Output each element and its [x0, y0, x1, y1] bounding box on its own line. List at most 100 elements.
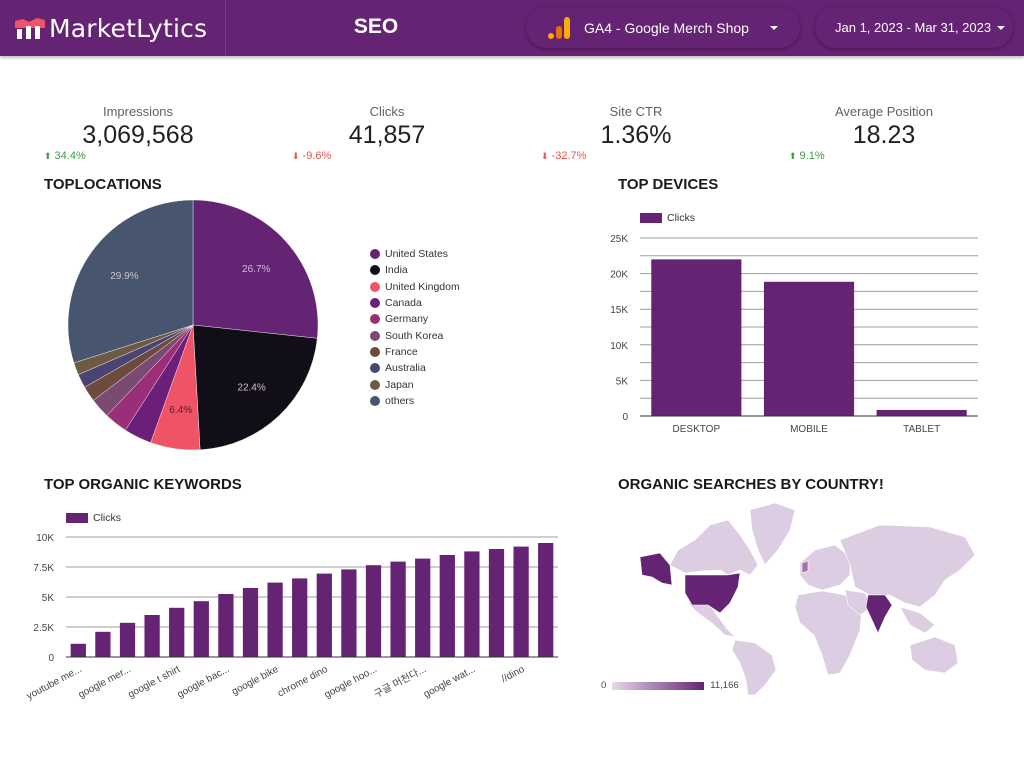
legend-dot [370, 363, 380, 374]
pie-slice-label: 29.9% [110, 271, 138, 282]
legend-item[interactable]: Canada [370, 295, 460, 311]
section-title-map: ORGANIC SEARCHES BY COUNTRY! [618, 476, 884, 493]
brand[interactable]: MarketLytics [0, 0, 226, 56]
bar[interactable] [267, 582, 283, 657]
kpi-site-ctr: Site CTR 1.36% ⬇ -32.7% [536, 104, 736, 162]
arrow-down-icon: ⬇ [292, 151, 300, 161]
kpi-average-position: Average Position 18.23 ⬆ 9.1% [784, 104, 984, 162]
kpi-label: Clicks [369, 104, 405, 119]
x-tick-label: youtube me... [25, 664, 84, 702]
legend-item[interactable]: India [370, 262, 460, 278]
caret-down-icon [770, 25, 778, 30]
legend-dot [370, 395, 380, 406]
legend-item[interactable]: South Korea [370, 327, 460, 343]
bar[interactable] [316, 573, 332, 657]
map-country-se-asia [899, 606, 936, 634]
bar[interactable] [538, 543, 554, 657]
data-source-selector[interactable]: GA4 - Google Merch Shop [526, 7, 800, 48]
legend-swatch [640, 213, 662, 223]
section-title-top-keywords: TOP ORGANIC KEYWORDS [44, 476, 242, 493]
legend-label: Canada [385, 297, 422, 310]
top-bar: MarketLytics SEO GA4 - Google Merch Shop… [0, 0, 1024, 56]
legend-item[interactable]: Germany [370, 311, 460, 327]
date-range-selector[interactable]: Jan 1, 2023 - Mar 31, 2023 [815, 7, 1013, 48]
top-keywords-bar-chart: 0 2.5K 5K 7.5K 10K youtube me...google mer...… [25, 533, 558, 702]
keywords-legend: Clicks [66, 512, 121, 524]
bar[interactable] [390, 561, 406, 657]
legend-item[interactable]: Japan [370, 376, 460, 392]
x-tick-label: google wat... [422, 664, 477, 700]
bar[interactable] [341, 569, 357, 657]
kpi-clicks: Clicks 41,857 ⬇ -9.6% [287, 104, 487, 162]
legend-item[interactable]: Australia [370, 360, 460, 376]
legend-dot [370, 249, 380, 260]
legend-dot [370, 314, 380, 325]
bar[interactable] [513, 546, 529, 657]
map-country-mexico [687, 602, 736, 638]
x-tick-label: TABLET [903, 424, 940, 435]
legend-dot [370, 379, 380, 390]
legend-label: United Kingdom [385, 280, 460, 293]
legend-label: India [385, 264, 408, 277]
section-title-top-devices: TOP DEVICES [618, 176, 719, 193]
legend-item[interactable]: others [370, 393, 460, 409]
google-analytics-icon [548, 16, 570, 39]
bar[interactable] [488, 549, 505, 657]
bar[interactable] [439, 555, 455, 657]
bar[interactable] [651, 259, 742, 416]
date-range-label: Jan 1, 2023 - Mar 31, 2023 [835, 20, 992, 35]
kpi-label: Impressions [102, 104, 174, 119]
map-country-india [865, 594, 893, 634]
bar[interactable] [119, 622, 136, 657]
kpi-delta-value: -32.7% [551, 150, 587, 162]
x-tick-label: google bike [230, 664, 281, 698]
kpi-delta: ⬇ -9.6% [292, 150, 331, 162]
data-source-label: GA4 - Google Merch Shop [584, 19, 749, 36]
legend-item[interactable]: United Kingdom [370, 279, 460, 295]
y-tick-label: 20K [610, 270, 628, 281]
legend-label: United States [385, 248, 449, 261]
bar[interactable] [218, 594, 234, 657]
bar[interactable] [193, 601, 209, 657]
kpi-label: Site CTR [609, 104, 663, 119]
y-tick-label: 10K [36, 533, 54, 544]
world-map[interactable] [600, 495, 980, 696]
marketlytics-logo-icon [15, 18, 45, 39]
kpi-value: 41,857 [348, 121, 426, 149]
pie-slice-label: 22.4% [237, 383, 265, 394]
map-country-australia [909, 636, 959, 674]
bar[interactable] [70, 643, 86, 657]
brand-name: MarketLytics [49, 13, 208, 43]
bar[interactable] [292, 578, 308, 657]
scale-gradient [612, 681, 705, 690]
legend-item[interactable]: United States [370, 246, 460, 262]
legend-label: France [385, 345, 418, 358]
bar[interactable] [415, 558, 431, 657]
pie-slice-label: 6.4% [169, 405, 192, 416]
kpi-delta: ⬇ -32.7% [541, 150, 586, 162]
legend-label: Clicks [93, 512, 121, 524]
bar[interactable] [95, 631, 111, 657]
y-tick-label: 7.5K [33, 563, 54, 574]
page-title: SEO [353, 15, 399, 38]
bar[interactable] [242, 588, 259, 657]
caret-down-icon [997, 25, 1005, 30]
bar[interactable] [763, 281, 855, 416]
map-country-greenland [749, 502, 796, 566]
y-tick-label: 0 [622, 412, 628, 423]
bar[interactable] [876, 409, 967, 416]
kpi-value: 1.36% [600, 121, 672, 149]
bar[interactable] [169, 607, 185, 657]
bar[interactable] [464, 551, 480, 657]
x-tick-label: DESKTOP [673, 424, 721, 435]
legend-label: Clicks [667, 212, 695, 224]
legend-item[interactable]: France [370, 344, 460, 360]
top-devices-bar-chart: 0 5K 10K 15K 20K 25K DESKTOP MOBILE TABLET [610, 234, 978, 435]
bar[interactable] [144, 615, 160, 657]
map-country-alaska [639, 552, 673, 586]
map-country-united-kingdom [801, 560, 809, 574]
bar[interactable] [365, 565, 382, 657]
kpi-value: 18.23 [852, 121, 916, 149]
y-tick-label: 10K [610, 341, 628, 352]
legend-label: Germany [385, 313, 429, 326]
